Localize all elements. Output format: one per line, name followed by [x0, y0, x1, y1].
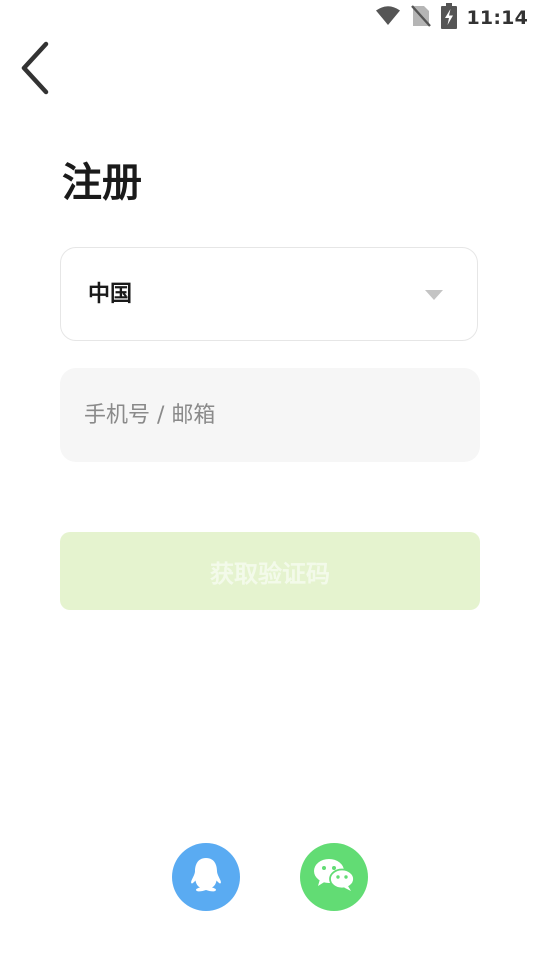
no-sim-icon — [410, 4, 431, 32]
region-select[interactable]: 中国 — [60, 247, 478, 341]
battery-charging-icon — [440, 3, 457, 33]
back-button[interactable] — [10, 40, 60, 100]
qq-login-button[interactable] — [172, 843, 240, 911]
chevron-left-icon — [18, 40, 52, 100]
clock-time: 11:14 — [466, 7, 528, 29]
caret-down-icon — [425, 290, 443, 300]
get-code-button[interactable]: 获取验证码 — [60, 532, 480, 610]
qq-icon — [189, 856, 223, 898]
wifi-icon — [375, 5, 401, 31]
status-bar: 11:14 — [0, 0, 540, 36]
wechat-login-button[interactable] — [300, 843, 368, 911]
page-title: 注册 — [62, 160, 142, 206]
social-login — [0, 843, 540, 911]
status-icons: 11:14 — [375, 3, 528, 33]
wechat-icon — [313, 857, 355, 897]
region-value: 中国 — [88, 282, 133, 307]
account-input[interactable] — [60, 368, 480, 462]
